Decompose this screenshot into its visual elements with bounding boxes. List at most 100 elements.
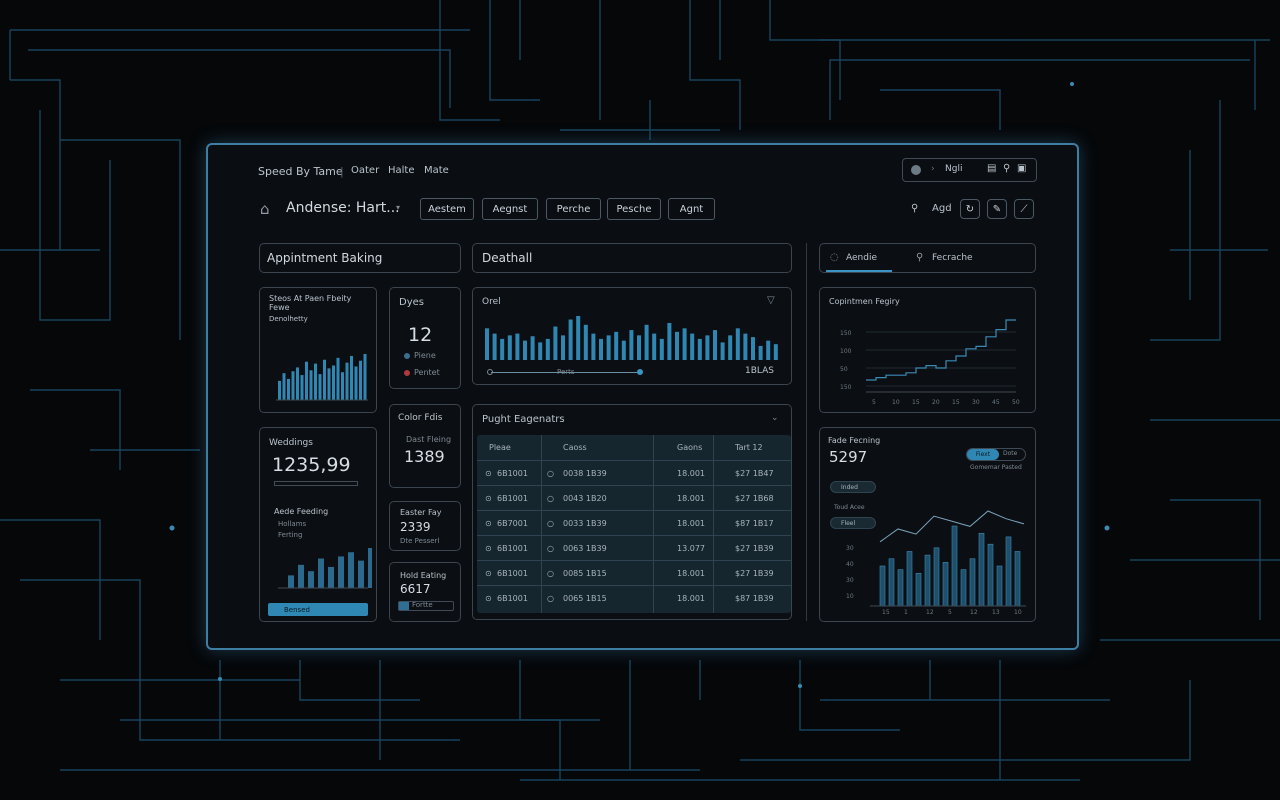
- chevron-right-icon: ›: [931, 164, 935, 174]
- slider-handle-right[interactable]: [637, 369, 643, 375]
- card-hold: Hold Eating 6617 Fortte: [389, 562, 461, 622]
- table-row[interactable]: 6B1001 0038 1B39 18.001 $27 1B47 ⊙ ○: [477, 460, 791, 485]
- sales-bar: [341, 372, 344, 400]
- orel-bar: [599, 338, 603, 360]
- orel-bar: [500, 338, 505, 360]
- x-tick: 45: [992, 399, 1000, 406]
- sales-bar: [345, 362, 349, 400]
- weddings-bar: [368, 548, 372, 588]
- table-row[interactable]: 6B1001 0065 1B15 18.001 $87 1B39 ⊙ ○: [477, 585, 791, 610]
- total-bar: [897, 569, 904, 607]
- orel-bar: [659, 338, 664, 360]
- row-radio-icon[interactable]: ○: [547, 594, 554, 603]
- card-dyes: Dyes 12 Piene Pentet: [389, 287, 461, 389]
- right-tabs: ◌ Aendie ⚲ Fecrache: [819, 243, 1036, 273]
- nav-button-1[interactable]: Aestem: [420, 198, 474, 220]
- x-tick: 5: [948, 609, 952, 616]
- row-radio-icon[interactable]: ○: [547, 519, 554, 528]
- row-radio-icon[interactable]: ○: [547, 469, 554, 478]
- filter-icon[interactable]: ▽: [767, 295, 775, 306]
- card-orel: Orel ▽ Perts 1BLAS: [472, 287, 792, 385]
- info-icon: [404, 353, 410, 359]
- search-icon[interactable]: ⚲: [911, 203, 918, 214]
- orel-bar: [568, 319, 573, 360]
- orel-bar: [652, 333, 657, 360]
- card-sales: Steos At Paen Fbeity Fewe Denolhetty: [259, 287, 377, 413]
- view-toggle[interactable]: Fiext Dote: [966, 448, 1026, 461]
- y-tick: 40: [846, 561, 854, 568]
- alert-icon: [404, 370, 410, 376]
- slider-handle-left[interactable]: [487, 369, 493, 375]
- sales-bar: [296, 367, 299, 400]
- x-tick: 12: [970, 609, 978, 616]
- nav-button-3[interactable]: Perche: [546, 198, 601, 220]
- sales-bar: [309, 370, 313, 400]
- x-tick: 15: [882, 609, 890, 616]
- total-bar: [933, 547, 940, 607]
- app-name[interactable]: Andense: Hart...: [286, 200, 400, 216]
- table-row[interactable]: 6B1001 0063 1B39 13.077 $27 1B39 ⊙ ○: [477, 535, 791, 560]
- y-tick: 30: [846, 577, 854, 584]
- total-bar: [987, 543, 994, 607]
- orel-bar: [485, 328, 489, 360]
- total-bar: [960, 569, 967, 607]
- orel-bar: [735, 328, 740, 360]
- nav-button-5[interactable]: Agnt: [668, 198, 715, 220]
- pin-icon[interactable]: ⚲: [1003, 163, 1010, 174]
- table-row[interactable]: 6B1001 0085 1B15 18.001 $27 1B39 ⊙ ○: [477, 560, 791, 585]
- orel-bar: [545, 338, 550, 360]
- total-bar: [978, 532, 985, 607]
- edit-icon[interactable]: ✎: [987, 199, 1007, 219]
- row-icon: ⊙: [485, 594, 492, 603]
- refresh-icon[interactable]: ↻: [960, 199, 980, 219]
- window-icon[interactable]: ▣: [1017, 163, 1026, 174]
- orel-bar: [743, 333, 748, 360]
- dyes-value: 12: [408, 324, 433, 346]
- globe-icon[interactable]: [911, 165, 921, 175]
- x-tick: 20: [932, 399, 940, 406]
- orel-bar: [538, 342, 543, 360]
- table-row[interactable]: 6B7001 0033 1B39 18.001 $87 1B17 ⊙ ○: [477, 510, 791, 535]
- weddings-bar: [328, 566, 334, 588]
- search-icon: ⚲: [916, 252, 924, 263]
- menu-item-1[interactable]: Oater: [351, 165, 379, 176]
- menu-item-3[interactable]: Mate: [424, 165, 449, 176]
- nav-button-4[interactable]: Pesche: [607, 198, 661, 220]
- sales-bar: [318, 374, 322, 400]
- x-tick: 30: [972, 399, 980, 406]
- table-row[interactable]: 6B1001 0043 1B20 18.001 $27 1B68 ⊙ ○: [477, 485, 791, 510]
- orel-bar: [667, 323, 672, 360]
- right-label[interactable]: Agd: [932, 203, 952, 214]
- orel-bar: [713, 330, 717, 360]
- y-tick: 30: [846, 545, 854, 552]
- weddings-button[interactable]: Bensed: [268, 603, 368, 616]
- tab-first[interactable]: Aendie: [846, 253, 877, 263]
- table-header: Pleae Caoss Gaons Tart 12: [489, 443, 763, 452]
- calendar-icon[interactable]: ▤: [987, 163, 996, 174]
- row-radio-icon[interactable]: ○: [547, 569, 554, 578]
- nav-button-2[interactable]: Aegnst: [482, 198, 538, 220]
- orel-bar: [561, 335, 565, 360]
- total-bar: [996, 565, 1003, 607]
- row-radio-icon[interactable]: ○: [547, 494, 554, 503]
- x-tick: 50: [1012, 399, 1020, 406]
- sales-bar: [291, 371, 295, 400]
- y-tick: 100: [840, 348, 852, 355]
- y-tick: 150: [840, 384, 852, 391]
- total-combo-chart: 30 40 30 10 15 1 12 5 12 13 10: [846, 510, 1026, 616]
- tab-second[interactable]: Fecrache: [932, 253, 973, 263]
- home-icon[interactable]: ⌂: [260, 200, 270, 218]
- weddings-bar: [338, 556, 344, 588]
- chevron-down-icon[interactable]: ▾: [396, 203, 400, 212]
- x-tick: 10: [892, 399, 900, 406]
- x-tick: 10: [1014, 609, 1022, 616]
- chevron-down-icon[interactable]: ⌄: [771, 413, 779, 423]
- orel-bar: [530, 336, 535, 360]
- row-radio-icon[interactable]: ○: [547, 544, 554, 553]
- orel-bar: [583, 324, 588, 360]
- menu-item-2[interactable]: Halte: [388, 165, 415, 176]
- link-icon[interactable]: ⟋: [1014, 199, 1034, 219]
- sales-bar-chart: [276, 354, 368, 401]
- center-section-header: Deathall: [472, 243, 792, 273]
- weddings-bar: [358, 560, 364, 588]
